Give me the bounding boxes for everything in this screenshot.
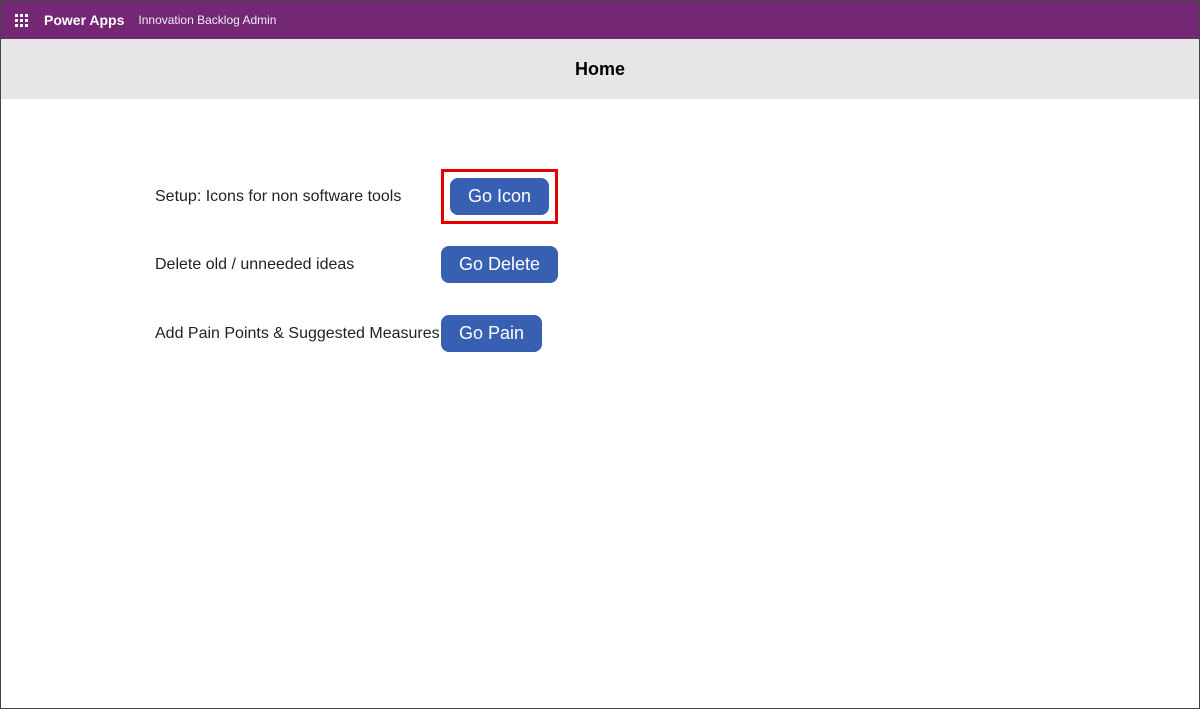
- content-area: Setup: Icons for non software tools Go I…: [1, 99, 1199, 352]
- go-pain-button[interactable]: Go Pain: [441, 315, 542, 352]
- highlight-box: Go Icon: [441, 169, 558, 224]
- row-label-setup-icons: Setup: Icons for non software tools: [155, 188, 441, 206]
- top-bar: Power Apps Innovation Backlog Admin: [1, 1, 1199, 39]
- app-launcher-icon[interactable]: [15, 14, 28, 27]
- row-pain-points: Add Pain Points & Suggested Measures Go …: [155, 315, 1199, 352]
- row-delete-ideas: Delete old / unneeded ideas Go Delete: [155, 246, 1199, 283]
- subheader: Home: [1, 39, 1199, 99]
- row-label-pain-points: Add Pain Points & Suggested Measures: [155, 325, 441, 343]
- go-delete-button[interactable]: Go Delete: [441, 246, 558, 283]
- app-name-label: Innovation Backlog Admin: [138, 13, 276, 27]
- go-icon-button[interactable]: Go Icon: [450, 178, 549, 215]
- page-title: Home: [575, 59, 625, 80]
- row-setup-icons: Setup: Icons for non software tools Go I…: [155, 169, 1199, 224]
- row-label-delete-ideas: Delete old / unneeded ideas: [155, 256, 441, 274]
- brand-label: Power Apps: [44, 12, 124, 28]
